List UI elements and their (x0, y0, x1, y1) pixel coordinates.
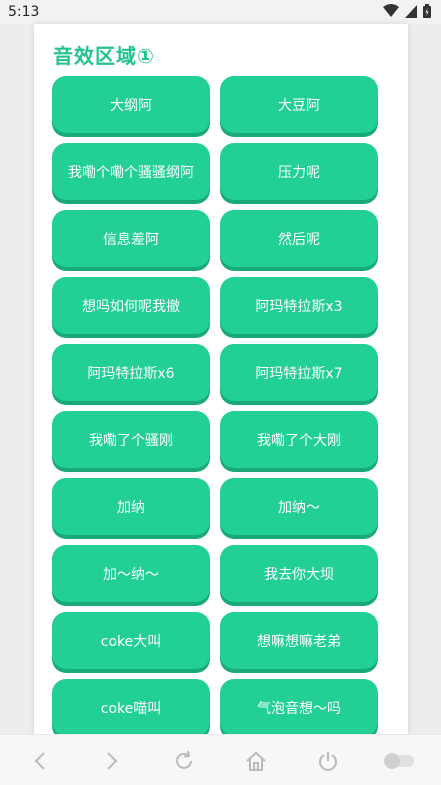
refresh-icon[interactable] (169, 746, 199, 776)
sound-button[interactable]: 加纳 (52, 478, 210, 535)
forward-icon[interactable] (97, 746, 127, 776)
toggle-icon[interactable] (382, 746, 416, 776)
sound-button[interactable]: 气泡音想～吗 (220, 679, 378, 734)
sound-button[interactable]: 压力呢 (220, 143, 378, 200)
battery-icon (423, 4, 431, 18)
sound-effects-card: 音效区域① 大纲阿 大豆阿 我嘞个嘞个骚骚纲阿 压力呢 信息差阿 然后呢 想吗如何呢我撤 阿玛… (34, 24, 408, 734)
sound-button[interactable]: coke喵叫 (52, 679, 210, 734)
sound-button[interactable]: 我嘞了个大刚 (220, 411, 378, 468)
bottom-nav-bar (0, 734, 441, 785)
sound-button[interactable]: 我嘞个嘞个骚骚纲阿 (52, 143, 210, 200)
sound-button[interactable]: 我去你大坝 (220, 545, 378, 602)
status-time: 5:13 (8, 4, 40, 20)
sound-button[interactable]: 信息差阿 (52, 210, 210, 267)
sound-button[interactable]: 阿玛特拉斯x6 (52, 344, 210, 401)
section-title: 音效区域① (53, 44, 155, 68)
signal-icon (405, 4, 417, 18)
power-icon[interactable] (313, 746, 343, 776)
status-icons (383, 4, 431, 18)
back-icon[interactable] (25, 746, 55, 776)
sound-button[interactable]: 大豆阿 (220, 76, 378, 133)
page-margin-right (408, 24, 441, 734)
home-icon[interactable] (241, 746, 271, 776)
status-bar: 5:13 (0, 0, 441, 24)
sound-button[interactable]: 想吗如何呢我撤 (52, 277, 210, 334)
sound-button[interactable]: 然后呢 (220, 210, 378, 267)
page-margin-left (0, 24, 34, 734)
sound-button[interactable]: coke大叫 (52, 612, 210, 669)
sound-button[interactable]: 阿玛特拉斯x3 (220, 277, 378, 334)
sound-button[interactable]: 我嘞了个骚刚 (52, 411, 210, 468)
sound-button[interactable]: 阿玛特拉斯x7 (220, 344, 378, 401)
sound-button[interactable]: 想嘛想嘛老弟 (220, 612, 378, 669)
sound-button[interactable]: 加～纳～ (52, 545, 210, 602)
sound-button[interactable]: 大纲阿 (52, 76, 210, 133)
sound-button[interactable]: 加纳～ (220, 478, 378, 535)
wifi-icon (383, 4, 399, 17)
